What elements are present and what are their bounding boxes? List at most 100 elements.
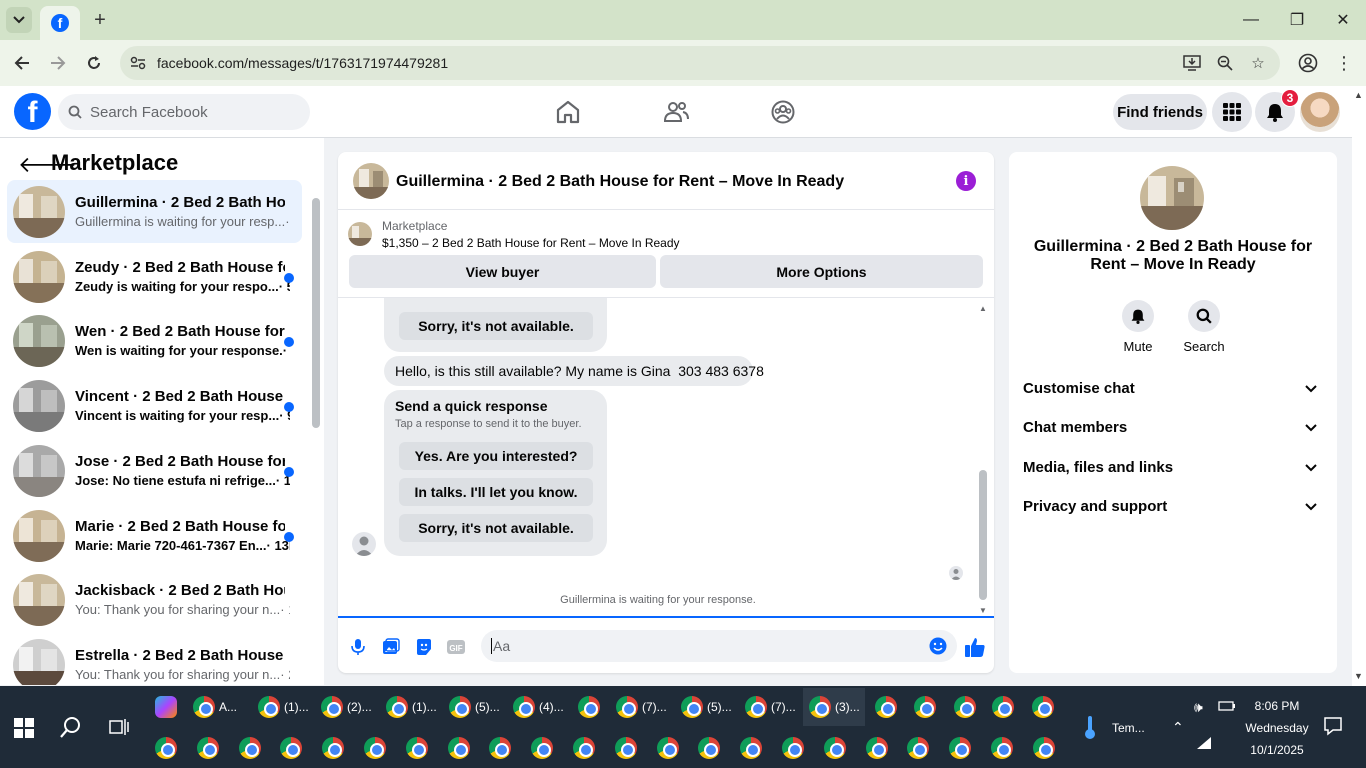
chrome-profile-icon[interactable] bbox=[489, 737, 512, 759]
taskbar-window-label[interactable]: (1)... bbox=[412, 700, 437, 714]
install-app-icon[interactable] bbox=[1182, 54, 1202, 72]
zoom-icon[interactable] bbox=[1215, 54, 1235, 72]
search-action[interactable]: Search bbox=[1179, 300, 1229, 354]
sticker-icon[interactable] bbox=[415, 638, 433, 656]
chrome-profile-icon[interactable] bbox=[782, 737, 804, 759]
chrome-window-icon[interactable] bbox=[914, 696, 936, 718]
taskbar-window-label[interactable]: (2)... bbox=[347, 700, 372, 714]
chrome-window-icon[interactable] bbox=[954, 696, 976, 718]
chrome-window-icon[interactable] bbox=[616, 696, 638, 718]
chrome-profile-icon[interactable] bbox=[740, 737, 763, 759]
site-info-icon[interactable] bbox=[128, 54, 148, 72]
chrome-profile-icon[interactable] bbox=[196, 737, 219, 759]
windows-start-icon[interactable] bbox=[14, 718, 34, 738]
taskbar-window-label[interactable]: (5)... bbox=[475, 700, 500, 714]
listing-title[interactable]: $1,350 – 2 Bed 2 Bath House for Rent – M… bbox=[382, 236, 680, 250]
clock-date[interactable]: 10/1/2025 bbox=[1242, 743, 1312, 757]
wifi-icon[interactable] bbox=[1196, 736, 1212, 750]
chrome-profile-icon[interactable] bbox=[823, 737, 846, 759]
chrome-window-icon[interactable] bbox=[578, 696, 600, 718]
battery-icon[interactable] bbox=[1218, 699, 1236, 713]
close-window-button[interactable]: ✕ bbox=[1328, 8, 1358, 32]
chrome-profile-icon[interactable] bbox=[364, 737, 386, 759]
copilot-icon[interactable] bbox=[155, 696, 177, 718]
chrome-profile-icon[interactable] bbox=[1032, 737, 1055, 759]
tab-search-dropdown-button[interactable] bbox=[6, 7, 32, 33]
taskbar-window-label[interactable]: (4)... bbox=[539, 700, 564, 714]
forward-button[interactable] bbox=[46, 51, 70, 75]
conversation-item[interactable]: Estrella · 2 Bed 2 Bath House for... You:… bbox=[7, 633, 302, 685]
mute-action[interactable]: Mute bbox=[1113, 300, 1163, 354]
message-input[interactable]: Aa bbox=[481, 630, 957, 662]
restore-button[interactable]: ❐ bbox=[1282, 8, 1312, 32]
chrome-profile-icon[interactable] bbox=[614, 737, 637, 759]
chrome-profile-icon[interactable] bbox=[405, 737, 428, 759]
quick-response-yes[interactable]: Yes. Are you interested? bbox=[399, 442, 593, 470]
facebook-logo-icon[interactable]: f bbox=[14, 93, 51, 130]
new-tab-button[interactable]: + bbox=[88, 8, 112, 32]
chrome-window-icon[interactable] bbox=[258, 696, 280, 718]
chrome-profile-icon[interactable] bbox=[531, 737, 554, 759]
speaker-icon[interactable]: 🕪 bbox=[1194, 699, 1203, 716]
chrome-window-icon[interactable] bbox=[809, 696, 831, 718]
chrome-window-icon[interactable] bbox=[193, 696, 215, 718]
browser-tab-facebook[interactable]: f bbox=[40, 6, 80, 40]
chrome-window-icon[interactable] bbox=[386, 696, 408, 718]
weather-label[interactable]: Tem... bbox=[1112, 721, 1145, 735]
chrome-profile-icon[interactable] bbox=[238, 737, 261, 759]
chrome-profile-icon[interactable] bbox=[991, 737, 1013, 759]
chrome-window-icon[interactable] bbox=[321, 696, 343, 718]
conversation-item[interactable]: Vincent · 2 Bed 2 Bath House f... Vincent… bbox=[7, 374, 302, 437]
notification-center-icon[interactable] bbox=[1323, 716, 1343, 736]
details-listing-thumbnail[interactable] bbox=[1140, 166, 1204, 230]
customise-chat-row[interactable]: Customise chat bbox=[1023, 380, 1323, 410]
media-files-links-row[interactable]: Media, files and links bbox=[1023, 459, 1323, 489]
quick-response-option[interactable]: Sorry, it's not available. bbox=[399, 312, 593, 340]
chrome-window-icon[interactable] bbox=[681, 696, 703, 718]
chrome-profile-icon[interactable] bbox=[322, 737, 345, 759]
chrome-profile-icon[interactable] bbox=[698, 737, 721, 759]
conversation-item[interactable]: Guillermina · 2 Bed 2 Bath Hous... Guille… bbox=[7, 180, 302, 243]
chrome-profile-icon[interactable] bbox=[865, 737, 888, 759]
chrome-profile-icon[interactable] bbox=[280, 737, 303, 759]
groups-icon[interactable] bbox=[769, 98, 797, 126]
thermometer-icon[interactable] bbox=[1082, 714, 1098, 740]
listing-thumbnail[interactable] bbox=[348, 222, 372, 246]
find-friends-button[interactable]: Find friends bbox=[1113, 94, 1207, 130]
taskbar-window-label[interactable]: (3)... bbox=[835, 700, 860, 714]
friends-icon[interactable] bbox=[662, 98, 690, 126]
page-scrollbar[interactable]: ▲ ▼ bbox=[1352, 86, 1366, 686]
chrome-window-icon[interactable] bbox=[513, 696, 535, 718]
chevron-up-icon[interactable]: ⌃ bbox=[1172, 719, 1184, 736]
menu-grid-button[interactable] bbox=[1212, 92, 1252, 132]
view-buyer-button[interactable]: View buyer bbox=[349, 255, 656, 288]
quick-response-in-talks[interactable]: In talks. I'll let you know. bbox=[399, 478, 593, 506]
address-bar[interactable]: facebook.com/messages/t/1763171974479281… bbox=[120, 46, 1280, 80]
thumbs-up-icon[interactable] bbox=[964, 636, 986, 658]
sidebar-scrollbar[interactable] bbox=[312, 188, 320, 676]
quick-response-sorry[interactable]: Sorry, it's not available. bbox=[399, 514, 593, 542]
chrome-window-icon[interactable] bbox=[1032, 696, 1054, 718]
home-icon[interactable] bbox=[554, 98, 582, 126]
taskbar-window-label[interactable]: (5)... bbox=[707, 700, 732, 714]
taskbar-window-label[interactable]: A... bbox=[219, 700, 237, 714]
clock-day[interactable]: Wednesday bbox=[1242, 721, 1312, 735]
buyer-avatar[interactable] bbox=[352, 532, 376, 556]
conversation-item[interactable]: Wen · 2 Bed 2 Bath House for ... Wen is w… bbox=[7, 309, 302, 372]
chrome-profile-icon[interactable] bbox=[573, 737, 595, 759]
chrome-profile-icon[interactable] bbox=[447, 737, 470, 759]
microphone-icon[interactable] bbox=[349, 638, 367, 656]
chrome-window-icon[interactable] bbox=[745, 696, 767, 718]
chrome-window-icon[interactable] bbox=[875, 696, 897, 718]
chrome-profile-icon[interactable] bbox=[155, 737, 177, 759]
back-button[interactable] bbox=[10, 51, 34, 75]
more-options-button[interactable]: More Options bbox=[660, 255, 983, 288]
privacy-support-row[interactable]: Privacy and support bbox=[1023, 498, 1323, 528]
account-avatar[interactable] bbox=[1300, 92, 1340, 132]
clock-time[interactable]: 8:06 PM bbox=[1242, 699, 1312, 713]
profile-icon[interactable] bbox=[1296, 51, 1320, 75]
conversation-item[interactable]: Marie · 2 Bed 2 Bath House fo... Marie: M… bbox=[7, 504, 302, 567]
chat-scrollbar[interactable]: ▲ ▼ bbox=[978, 304, 988, 616]
chrome-profile-icon[interactable] bbox=[656, 737, 679, 759]
conversation-item[interactable]: Zeudy · 2 Bed 2 Bath House fo... Zeudy is… bbox=[7, 245, 302, 308]
